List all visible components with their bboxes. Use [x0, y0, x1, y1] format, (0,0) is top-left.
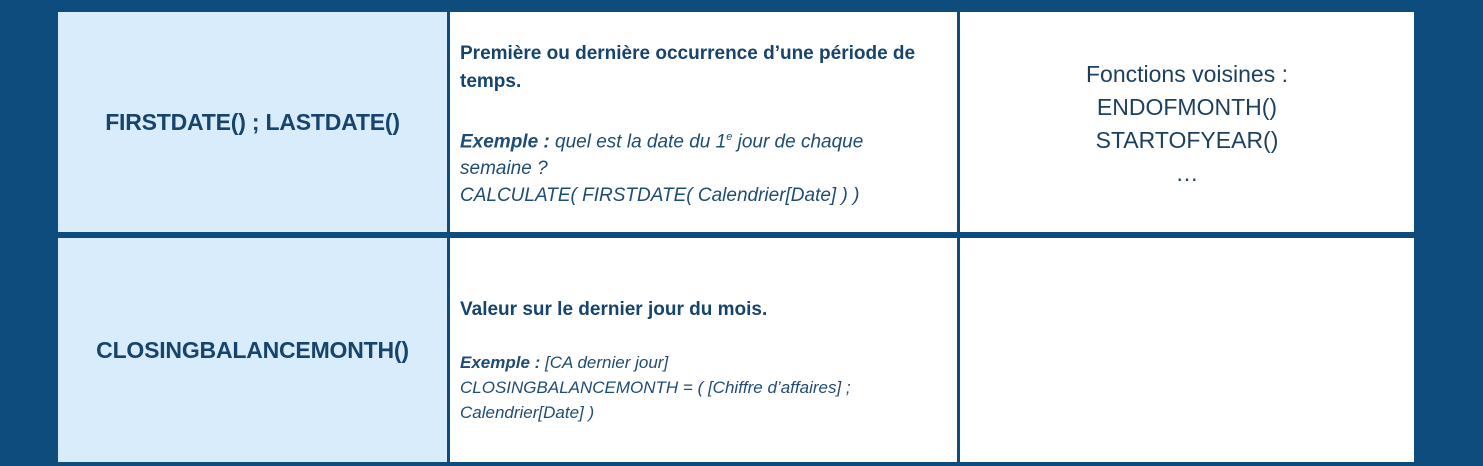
example-block: Exemple : [CA dernier jour] CLOSINGBALAN…: [460, 350, 935, 425]
description-title: Valeur sur le dernier jour du mois.: [460, 299, 768, 320]
example-text-b: jour de chaque: [732, 131, 864, 153]
example-label: Exemple :: [460, 131, 550, 153]
related-functions-cell-empty: [960, 238, 1414, 462]
description-title-line-1: Première ou dernière occurrence d’une pé…: [460, 43, 916, 64]
function-name: CLOSINGBALANCEMONTH(): [96, 336, 409, 363]
function-name: FIRSTDATE() ; LASTDATE(): [105, 108, 400, 135]
related-function: ENDOFMONTH(): [1096, 94, 1278, 120]
related-function: STARTOFYEAR(): [1095, 127, 1279, 153]
example-code-cont: Calendrier[Date] ): [460, 403, 595, 422]
example-line-2: semaine ?: [460, 158, 548, 180]
description-cell: Valeur sur le dernier jour du mois. Exem…: [450, 238, 960, 462]
description-cell: Première ou dernière occurrence d’une pé…: [450, 12, 960, 232]
functions-table: FIRSTDATE() ; LASTDATE() Première ou der…: [58, 12, 1414, 466]
function-name-cell: CLOSINGBALANCEMONTH(): [58, 238, 450, 462]
example-code: CLOSINGBALANCEMONTH = ( [Chiffre d’affai…: [460, 378, 851, 397]
related-title: Fonctions voisines :: [1086, 61, 1288, 87]
description-title-line-2: temps.: [460, 71, 522, 92]
function-name-cell: FIRSTDATE() ; LASTDATE(): [58, 12, 450, 232]
related-functions-cell: Fonctions voisines : ENDOFMONTH() STARTO…: [960, 12, 1414, 232]
example-code: CALCULATE( FIRSTDATE( Calendrier[Date] )…: [460, 185, 860, 207]
related-ellipsis: …: [1175, 160, 1199, 186]
example-line-1: [CA dernier jour]: [540, 353, 669, 372]
example-label: Exemple :: [460, 353, 541, 372]
description-title: Première ou dernière occurrence d’une pé…: [460, 40, 935, 96]
example-block: Exemple : quel est la date du 1e jour de…: [460, 124, 935, 209]
example-text-a: quel est la date du 1: [549, 131, 727, 153]
